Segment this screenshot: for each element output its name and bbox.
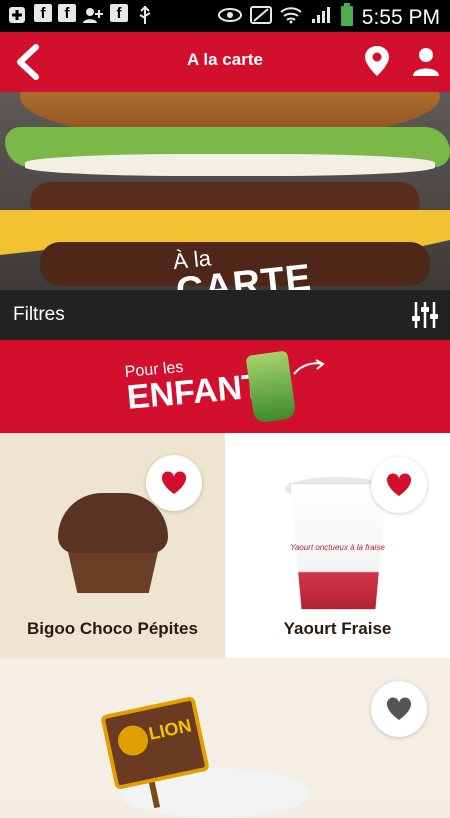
facebook-icon: f xyxy=(34,4,52,22)
favorite-button[interactable] xyxy=(371,681,427,737)
favorite-button[interactable] xyxy=(371,457,427,513)
usb-icon xyxy=(134,4,156,26)
wifi-icon xyxy=(280,6,302,29)
product-card[interactable]: Yaourt onctueux à la fraise Yaourt Frais… xyxy=(225,433,450,658)
heart-icon xyxy=(161,471,187,494)
product-card[interactable]: Bigoo Choco Pépites xyxy=(0,433,225,658)
hero-banner: À la CARTE xyxy=(0,92,450,290)
lion-sign-text: LION xyxy=(146,715,194,744)
product-card[interactable]: LION xyxy=(0,658,450,818)
yogurt-cup-text: Yaourt onctueux à la fraise xyxy=(290,543,385,552)
favorite-button[interactable] xyxy=(146,455,202,511)
fruit-pouch-image xyxy=(245,350,297,424)
lion-face-icon xyxy=(115,722,151,759)
kids-promo-banner[interactable]: Pour les ENFANTS xyxy=(0,340,450,433)
app-header: A la carte xyxy=(0,32,450,92)
muffin-image xyxy=(58,493,168,553)
product-name: Yaourt Fraise xyxy=(283,619,392,638)
heart-icon xyxy=(386,473,412,496)
add-friend-icon xyxy=(82,4,104,26)
filters-label: Filtres xyxy=(13,304,65,325)
eye-icon xyxy=(217,7,242,28)
add-icon xyxy=(6,4,28,26)
status-bar: f f f 5:55 PM xyxy=(0,0,450,32)
facebook-icon: f xyxy=(110,4,128,22)
heart-icon xyxy=(386,697,412,720)
facebook-icon: f xyxy=(58,4,76,22)
signal-icon xyxy=(310,5,332,30)
nfc-icon xyxy=(249,5,272,30)
filters-bar[interactable]: Filtres xyxy=(0,290,450,340)
location-pin-icon[interactable] xyxy=(364,45,390,77)
battery-icon xyxy=(340,3,354,32)
clock: 5:55 PM xyxy=(361,5,440,29)
arrow-icon xyxy=(293,359,325,375)
product-name: Bigoo Choco Pépites xyxy=(27,619,198,638)
burger-onion xyxy=(25,154,435,176)
sliders-icon[interactable] xyxy=(410,300,440,330)
user-account-icon[interactable] xyxy=(410,46,442,78)
